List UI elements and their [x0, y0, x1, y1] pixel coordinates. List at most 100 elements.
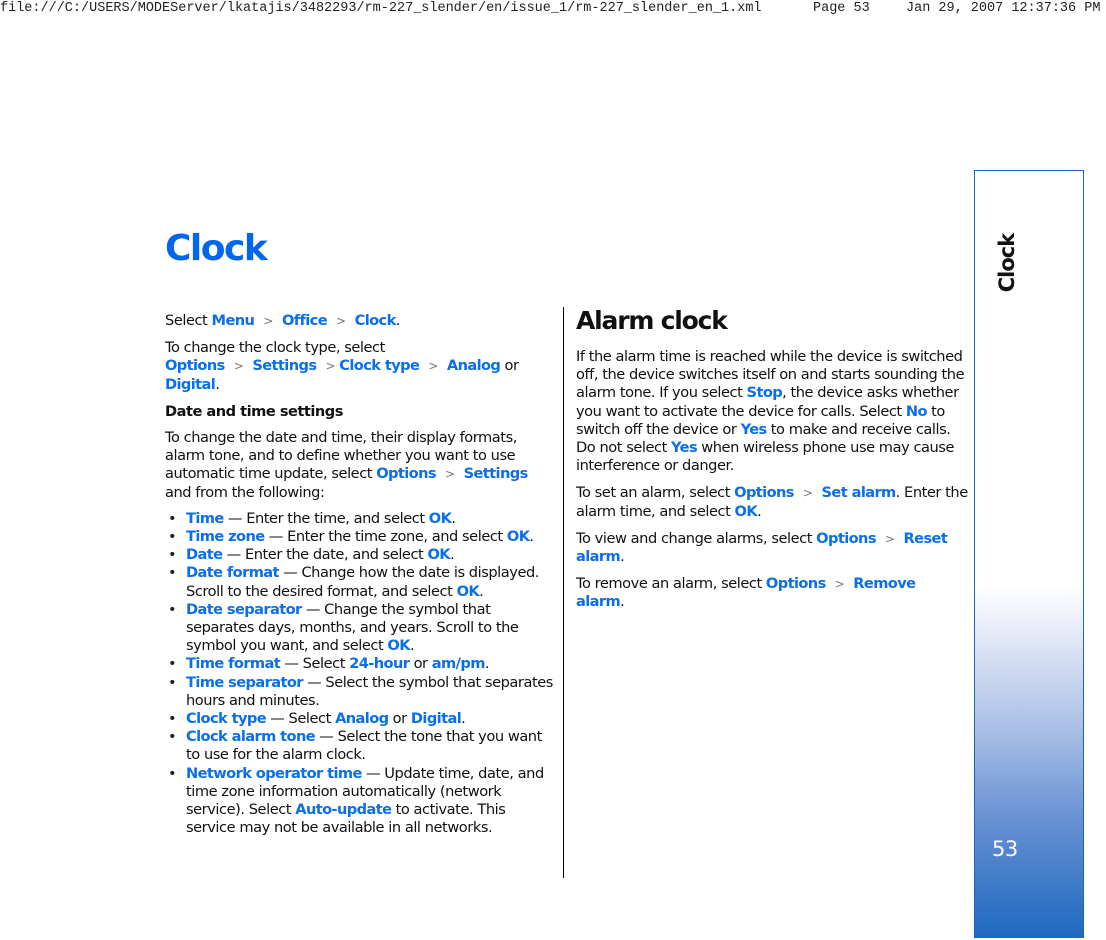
date-separator-link[interactable]: Date separator	[186, 601, 302, 618]
alarm-clock-heading: Alarm clock	[576, 306, 728, 335]
text: .	[215, 375, 220, 393]
date-format-link[interactable]: Date format	[186, 564, 280, 581]
text: To remove an alarm, select	[576, 575, 766, 593]
list-item: Network operator time — Update time, dat…	[165, 765, 557, 838]
text: Select	[165, 312, 212, 329]
text: or	[409, 655, 432, 673]
options-link[interactable]: Options	[816, 530, 876, 547]
chevron-right-icon: >	[428, 359, 438, 374]
options-link[interactable]: Options	[766, 575, 826, 592]
list-item: Clock alarm tone — Select the tone that …	[165, 728, 557, 764]
text: and from the following:	[165, 483, 325, 501]
text: .	[484, 655, 490, 673]
ok-link[interactable]: OK	[507, 528, 530, 545]
list-item: Date separator — Change the symbol that …	[165, 601, 557, 656]
text: .	[461, 710, 466, 728]
text: .	[409, 637, 415, 655]
text: .	[757, 502, 762, 520]
chevron-right-icon: >	[802, 486, 813, 501]
date-time-intro: To change the date and time, their displ…	[165, 429, 557, 502]
no-link[interactable]: No	[906, 403, 928, 420]
text: .	[395, 312, 401, 329]
list-item: Date format — Change how the date is dis…	[165, 564, 557, 600]
date-time-settings-heading: Date and time settings	[165, 402, 343, 420]
alarm-paragraph-1: If the alarm time is reached while the d…	[576, 348, 968, 475]
right-column: Alarm clock If the alarm time is reached…	[576, 302, 968, 621]
settings-list: Time — Enter the time, and select OK. Ti…	[165, 510, 557, 838]
set-alarm-paragraph: To set an alarm, select Options > Set alar…	[576, 484, 968, 520]
clock-type-link[interactable]: Clock type	[339, 357, 420, 374]
chevron-right-icon: >	[336, 314, 346, 328]
chevron-right-icon: >	[444, 467, 455, 482]
text: — Enter the date, and select	[222, 546, 428, 564]
page-number: 53	[992, 837, 1018, 861]
chevron-right-icon: >	[834, 577, 845, 592]
office-link[interactable]: Office	[282, 312, 328, 329]
ok-link[interactable]: OK	[429, 510, 452, 527]
chevron-right-icon: >	[325, 359, 336, 374]
options-link[interactable]: Options	[376, 465, 436, 482]
text: — Enter the time zone, and select	[264, 528, 507, 546]
digital-link[interactable]: Digital	[165, 376, 216, 393]
auto-update-link[interactable]: Auto-update	[295, 801, 392, 818]
chapter-label: Clock	[995, 233, 1019, 293]
clock-alarm-tone-link[interactable]: Clock alarm tone	[186, 728, 316, 745]
time-link[interactable]: Time	[186, 510, 224, 527]
analog-link[interactable]: Analog	[447, 357, 501, 374]
network-operator-time-link[interactable]: Network operator time	[186, 765, 362, 782]
chevron-right-icon: >	[884, 531, 895, 546]
text: .	[620, 548, 625, 566]
options-link[interactable]: Options	[165, 357, 225, 374]
settings-link[interactable]: Settings	[252, 357, 317, 374]
date-link[interactable]: Date	[186, 546, 223, 563]
clock-type-link[interactable]: Clock type	[186, 710, 267, 727]
ok-link[interactable]: OK	[457, 583, 480, 600]
remove-alarm-paragraph: To remove an alarm, select Options > Remov…	[576, 575, 968, 611]
stop-link[interactable]: Stop	[747, 384, 783, 401]
text: — Select	[280, 655, 350, 673]
set-alarm-link[interactable]: Set alarm	[822, 484, 897, 501]
list-item: Time — Enter the time, and select OK.	[165, 510, 557, 528]
text: or	[388, 710, 411, 728]
list-item: Time zone — Enter the time zone, and sel…	[165, 528, 557, 546]
file-path: file:///C:/USERS/MODEServer/lkatajis/348…	[0, 1, 762, 16]
chapter-sidebar: Clock 53	[974, 170, 1084, 938]
text: .	[450, 546, 455, 564]
yes-link[interactable]: Yes	[671, 439, 698, 456]
analog-link[interactable]: Analog	[335, 710, 389, 727]
text: To set an alarm, select	[576, 484, 735, 502]
text: — Enter the time, and select	[223, 509, 429, 527]
clock-type-paragraph: To change the clock type, select Options…	[165, 339, 557, 394]
list-item: Time format — Select 24-hour or am/pm.	[165, 655, 557, 673]
24-hour-link[interactable]: 24-hour	[349, 655, 410, 672]
time-zone-link[interactable]: Time zone	[186, 528, 265, 545]
chapter-title: Clock	[995, 233, 1019, 293]
ok-link[interactable]: OK	[387, 637, 410, 654]
text: .	[479, 582, 484, 600]
ok-link[interactable]: OK	[735, 503, 758, 520]
list-item: Clock type — Select Analog or Digital.	[165, 710, 557, 728]
time-separator-link[interactable]: Time separator	[186, 674, 303, 691]
text: .	[451, 509, 456, 527]
text: — Select	[266, 710, 336, 728]
clock-link[interactable]: Clock	[355, 312, 397, 329]
digital-link[interactable]: Digital	[411, 710, 462, 727]
yes-link[interactable]: Yes	[741, 421, 768, 438]
chevron-right-icon: >	[233, 359, 244, 374]
text: To change the clock type, select	[165, 339, 385, 357]
page-indicator: Page 53	[813, 1, 870, 16]
ok-link[interactable]: OK	[428, 546, 451, 563]
text: .	[620, 593, 625, 611]
text: To view and change alarms, select	[576, 529, 817, 547]
print-timestamp: Jan 29, 2007 12:37:36 PM	[906, 1, 1101, 16]
reset-alarm-paragraph: To view and change alarms, select Option…	[576, 530, 968, 566]
left-column: Select Menu > Office > Clock. To change the …	[165, 312, 557, 837]
settings-link[interactable]: Settings	[464, 465, 529, 482]
text: or	[500, 357, 519, 375]
menu-link[interactable]: Menu	[212, 312, 255, 329]
time-format-link[interactable]: Time format	[186, 655, 281, 672]
intro-paragraph: Select Menu > Office > Clock.	[165, 312, 557, 330]
options-link[interactable]: Options	[734, 484, 794, 501]
column-divider	[563, 307, 564, 878]
am-pm-link[interactable]: am/pm	[432, 655, 486, 672]
